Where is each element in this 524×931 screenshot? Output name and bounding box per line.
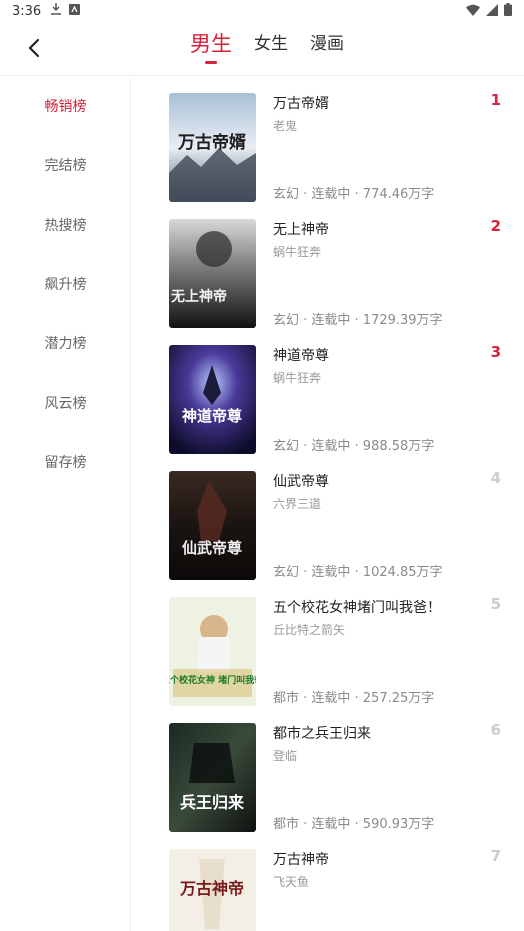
sidebar-item-completed[interactable]: 完结榜 xyxy=(0,155,131,175)
sidebar-item-hot-search[interactable]: 热搜榜 xyxy=(0,215,131,235)
book-cover[interactable]: 仙武帝尊 xyxy=(169,471,256,580)
book-cover[interactable]: 五个校花女神 堵门叫我爸 xyxy=(169,597,256,706)
sidebar-item-bestseller[interactable]: 畅销榜 xyxy=(0,96,131,116)
wifi-icon xyxy=(466,4,480,20)
book-author: 蜗牛狂奔 xyxy=(273,371,322,385)
tab-female[interactable]: 女生 xyxy=(254,32,288,64)
back-button[interactable] xyxy=(22,36,46,60)
book-cover[interactable]: 兵王归来 xyxy=(169,723,256,832)
book-meta: 玄幻 · 连载中 · 1729.39万字 xyxy=(273,313,443,328)
ranking-sidebar: 畅销榜 完结榜 热搜榜 飙升榜 潜力榜 风云榜 留存榜 xyxy=(0,77,131,931)
cover-title-text: 神道帝尊 xyxy=(182,407,242,425)
cover-title-text: 兵王归来 xyxy=(180,793,245,812)
book-item[interactable]: 万古帝婿 万古帝婿 老鬼 玄幻 · 连载中 · 774.46万字 1 xyxy=(131,91,524,219)
book-cover[interactable]: 神道帝尊 xyxy=(169,345,256,454)
book-title[interactable]: 神道帝尊 xyxy=(273,345,329,365)
book-author: 飞天鱼 xyxy=(273,875,310,889)
status-time: 3:36 xyxy=(12,3,42,19)
tab-comics[interactable]: 漫画 xyxy=(310,32,344,64)
book-meta: 玄幻 · 连载中 · 988.58万字 xyxy=(273,439,435,454)
notification-app-icon xyxy=(69,3,81,19)
book-item[interactable]: 仙武帝尊 仙武帝尊 六界三道 玄幻 · 连载中 · 1024.85万字 4 xyxy=(131,469,524,597)
rank-number: 2 xyxy=(490,217,501,235)
download-icon xyxy=(51,3,62,19)
chevron-left-icon xyxy=(28,38,40,58)
book-title[interactable]: 仙武帝尊 xyxy=(273,471,329,491)
cover-title-text: 万古神帝 xyxy=(179,879,244,898)
rank-number: 3 xyxy=(490,343,501,361)
rank-number: 1 xyxy=(490,91,501,109)
book-author: 六界三道 xyxy=(273,497,322,511)
status-bar: 3:36 xyxy=(0,0,524,22)
cover-title-text: 仙武帝尊 xyxy=(182,539,242,557)
sidebar-item-retention[interactable]: 留存榜 xyxy=(0,452,131,472)
rank-number: 6 xyxy=(490,721,501,739)
book-author: 老鬼 xyxy=(273,119,298,133)
rank-number: 4 xyxy=(490,469,501,487)
book-meta: 都市 · 连载中 · 257.25万字 xyxy=(273,691,435,706)
header: 男生 女生 漫画 xyxy=(0,22,524,76)
book-meta: 都市 · 连载中 · 590.93万字 xyxy=(273,817,435,832)
book-cover[interactable]: 万古帝婿 xyxy=(169,93,256,202)
cover-title-text: 五个校花女神 堵门叫我爸 xyxy=(169,674,256,686)
book-author: 丘比特之箭矢 xyxy=(273,623,346,637)
book-title[interactable]: 无上神帝 xyxy=(273,219,329,239)
cover-title-text: 无上神帝 xyxy=(170,288,227,305)
book-title[interactable]: 五个校花女神堵门叫我爸！ xyxy=(273,597,441,617)
book-title[interactable]: 万古帝婿 xyxy=(273,93,329,113)
signal-icon xyxy=(486,3,498,20)
book-item[interactable]: 无上神帝 无上神帝 蜗牛狂奔 玄幻 · 连载中 · 1729.39万字 2 xyxy=(131,217,524,345)
cover-title-text: 万古帝婿 xyxy=(177,132,246,153)
book-item[interactable]: 神道帝尊 神道帝尊 蜗牛狂奔 玄幻 · 连载中 · 988.58万字 3 xyxy=(131,343,524,471)
book-item[interactable]: 五个校花女神 堵门叫我爸 五个校花女神堵门叫我爸！ 丘比特之箭矢 都市 · 连载… xyxy=(131,595,524,723)
book-item[interactable]: 兵王归来 都市之兵王归来 登临 都市 · 连载中 · 590.93万字 6 xyxy=(131,721,524,849)
rank-number: 5 xyxy=(490,595,501,613)
tab-male[interactable]: 男生 xyxy=(190,32,232,64)
book-cover[interactable]: 无上神帝 xyxy=(169,219,256,328)
book-meta: 玄幻 · 连载中 · 774.46万字 xyxy=(273,187,435,202)
book-title[interactable]: 万古神帝 xyxy=(273,849,329,869)
book-title[interactable]: 都市之兵王归来 xyxy=(273,723,371,743)
book-author: 蜗牛狂奔 xyxy=(273,245,322,259)
rank-number: 7 xyxy=(490,847,501,865)
sidebar-item-rising[interactable]: 飙升榜 xyxy=(0,274,131,294)
book-list: 万古帝婿 万古帝婿 老鬼 玄幻 · 连载中 · 774.46万字 1 无上神帝 … xyxy=(131,77,524,931)
book-meta: 玄幻 · 连载中 · 1024.85万字 xyxy=(273,565,443,580)
sidebar-item-potential[interactable]: 潜力榜 xyxy=(0,333,131,353)
category-tabs: 男生 女生 漫画 xyxy=(190,32,366,64)
book-author: 登临 xyxy=(273,749,298,763)
book-cover[interactable]: 万古神帝 xyxy=(169,849,256,931)
sidebar-item-trending[interactable]: 风云榜 xyxy=(0,393,131,413)
battery-icon xyxy=(504,3,512,20)
book-item[interactable]: 万古神帝 万古神帝 飞天鱼 7 xyxy=(131,847,524,931)
